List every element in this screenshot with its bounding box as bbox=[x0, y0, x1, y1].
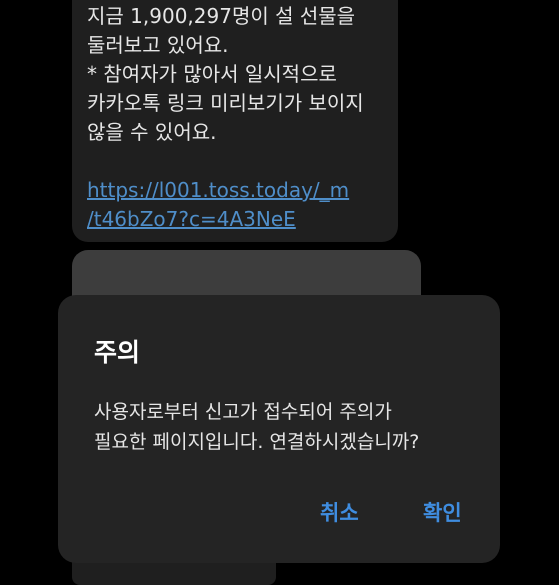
message-line: * 참여자가 많아서 일시적으로 bbox=[87, 62, 337, 86]
confirm-button[interactable]: 확인 bbox=[423, 497, 462, 527]
message-line: 카카오톡 링크 미리보기가 보이지 bbox=[87, 91, 364, 115]
dialog-message-line: 사용자로부터 신고가 접수되어 주의가 bbox=[94, 401, 392, 423]
message-link[interactable]: https://l001.toss.today/_m bbox=[87, 176, 383, 205]
dialog-message-line: 필요한 페이지입니다. 연결하시겠습니까? bbox=[94, 431, 420, 453]
dialog-message: 사용자로부터 신고가 접수되어 주의가 필요한 페이지입니다. 연결하시겠습니까… bbox=[94, 397, 419, 457]
chat-message-bubble: 지금 1,900,297명이 설 선물을 둘러보고 있어요. * 참여자가 많아… bbox=[72, 0, 398, 242]
message-line: 둘러보고 있어요. bbox=[87, 33, 229, 57]
message-line: 지금 1,900,297명이 설 선물을 bbox=[87, 4, 356, 28]
message-spacer bbox=[87, 147, 383, 176]
message-line: 않을 수 있어요. bbox=[87, 120, 217, 144]
warning-dialog: 주의 사용자로부터 신고가 접수되어 주의가 필요한 페이지입니다. 연결하시겠… bbox=[58, 295, 500, 563]
message-link[interactable]: /t46bZo7?c=4A3NeE bbox=[87, 205, 383, 234]
cancel-button[interactable]: 취소 bbox=[320, 497, 359, 527]
dialog-title: 주의 bbox=[94, 338, 141, 367]
